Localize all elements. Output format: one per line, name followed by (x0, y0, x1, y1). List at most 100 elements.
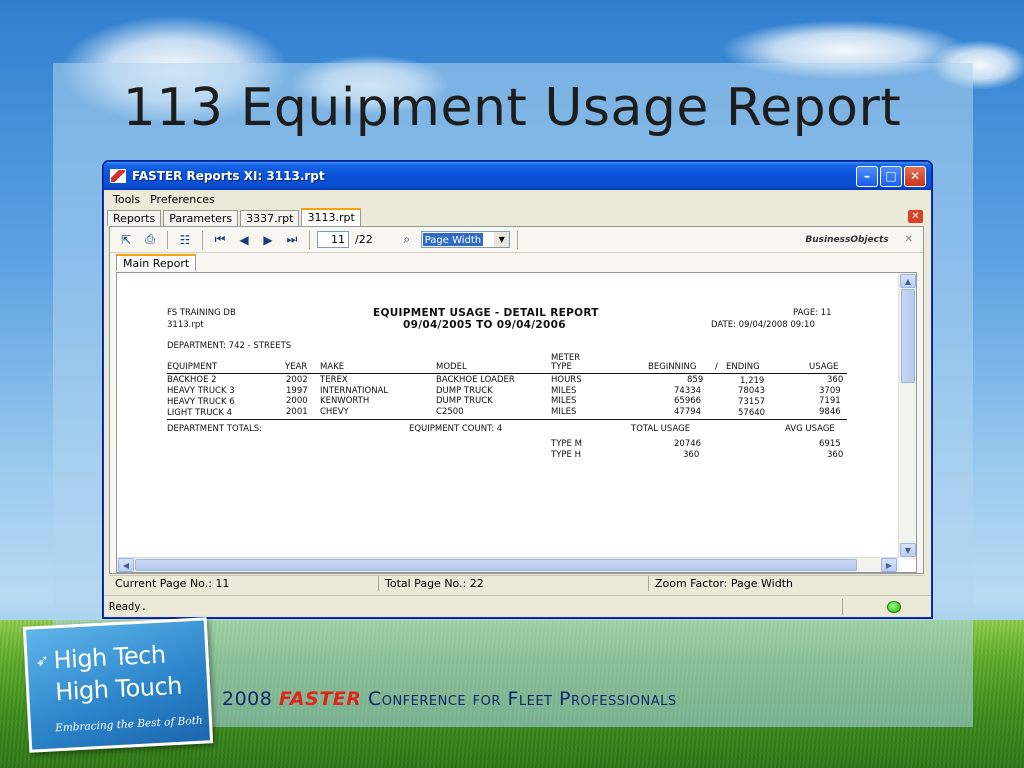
scroll-left-icon[interactable]: ◀ (118, 558, 134, 572)
table-cell: 859 (687, 375, 704, 385)
table-cell: HOURS (551, 375, 582, 385)
badge-line1: High Tech (52, 640, 167, 675)
group-tree-icon[interactable]: ☷ (175, 231, 195, 249)
toolbar-separator (202, 230, 203, 249)
table-cell: 3709 (819, 386, 841, 396)
tab-3113-rpt[interactable]: 3113.rpt (301, 208, 361, 226)
table-cell: 78043 (738, 386, 766, 396)
report-date-range: 09/04/2005 TO 09/04/2006 (403, 319, 566, 331)
status-total-page: Total Page No.: 22 (379, 576, 649, 591)
next-page-icon[interactable]: ▶ (258, 231, 278, 249)
report-page-number: PAGE: 11 (793, 308, 832, 318)
table-cell: MILES (551, 396, 577, 406)
close-viewer-icon[interactable]: ✕ (905, 234, 913, 245)
print-icon[interactable]: ⎙ (140, 231, 160, 249)
total-usage-label: TOTAL USAGE (631, 424, 691, 434)
menubar: Tools Preferences (104, 190, 931, 208)
app-statusbar: Ready. (104, 595, 931, 617)
table-cell: 9846 (819, 407, 841, 417)
tab-3337-rpt[interactable]: 3337.rpt (240, 210, 300, 226)
table-cell: 7191 (819, 396, 841, 406)
scroll-right-icon[interactable]: ▶ (881, 558, 897, 572)
last-page-icon[interactable]: ⏭ (282, 231, 302, 249)
col-header-year: YEAR (285, 362, 308, 372)
status-indicator-icon (887, 601, 901, 613)
badge-line2: High Touch (54, 671, 183, 707)
viewer-statusbar: Current Page No.: 11 Total Page No.: 22 … (109, 575, 924, 591)
col-header-beginning: BEGINNING (648, 362, 697, 372)
conference-footer: 2008 FASTER Conference for Fleet Profess… (222, 688, 677, 710)
table-cell: MILES (551, 407, 577, 417)
menu-preferences[interactable]: Preferences (145, 193, 220, 206)
table-cell: 2002 (286, 375, 308, 385)
table-cell: MILES (551, 386, 577, 396)
status-ready: Ready. (109, 600, 147, 613)
page-total-label: /22 (355, 233, 373, 246)
status-current-page: Current Page No.: 11 (109, 576, 379, 591)
zoom-value: Page Width (422, 233, 484, 246)
conference-name: Conference for Fleet Professionals (367, 688, 677, 710)
report-date: DATE: 09/04/2008 09:10 (711, 320, 815, 330)
bird-icon: ➶ (35, 650, 50, 671)
export-icon[interactable]: ⇱ (116, 231, 136, 249)
table-cell: HEAVY TRUCK 6 (167, 397, 235, 407)
close-tab-icon[interactable]: ✕ (908, 210, 923, 223)
zoom-select[interactable]: Page Width ▼ (420, 231, 511, 248)
chevron-down-icon[interactable]: ▼ (494, 232, 510, 247)
equipment-count: EQUIPMENT COUNT: 4 (409, 424, 503, 434)
scroll-down-icon[interactable]: ▼ (900, 543, 916, 557)
table-cell: DUMP TRUCK (436, 386, 493, 396)
viewer-toolbar: ⇱ ⎙ ☷ ⏮ ◀ ▶ ⏭ 11 /22 ⌕ Page Width ▼ Busi… (110, 227, 923, 253)
scroll-up-icon[interactable]: ▲ (900, 274, 916, 288)
first-page-icon[interactable]: ⏮ (210, 231, 230, 249)
table-cell: LIGHT TRUCK 4 (167, 408, 233, 418)
vertical-scroll-thumb[interactable] (901, 289, 915, 383)
report-file-name: 3113.rpt (167, 320, 204, 330)
table-cell: 1997 (286, 386, 308, 396)
table-cell: CHEVY (320, 407, 349, 417)
previous-page-icon[interactable]: ◀ (234, 231, 254, 249)
toolbar-separator (167, 230, 168, 249)
window-titlebar[interactable]: FASTER Reports XI: 3113.rpt – □ ✕ (104, 162, 931, 190)
table-cell: TEREX (320, 375, 348, 385)
col-header-model: MODEL (436, 362, 467, 372)
reports-window: FASTER Reports XI: 3113.rpt – □ ✕ Tools … (103, 161, 932, 618)
table-cell: KENWORTH (320, 396, 370, 406)
tab-main-report[interactable]: Main Report (116, 254, 197, 271)
toolbar-separator (517, 230, 519, 249)
binoculars-search-icon[interactable]: ⌕ (397, 231, 417, 249)
tab-reports[interactable]: Reports (107, 210, 162, 226)
table-cell: 360 (827, 375, 844, 385)
col-header-equipment: EQUIPMENT (167, 362, 218, 372)
app-icon (110, 169, 126, 183)
report-db-name: FS TRAINING DB (167, 308, 236, 318)
horizontal-scroll-thumb[interactable] (135, 559, 857, 571)
minimize-button[interactable]: – (856, 165, 878, 187)
close-button[interactable]: ✕ (904, 165, 926, 187)
type-h-total: 360 (683, 450, 700, 460)
department-totals-label: DEPARTMENT TOTALS: (167, 424, 262, 434)
type-m-label: TYPE M (551, 439, 582, 449)
tab-parameters[interactable]: Parameters (163, 210, 239, 226)
menu-tools[interactable]: Tools (108, 193, 145, 206)
table-cell: 47794 (674, 407, 702, 417)
page-number-input[interactable]: 11 (317, 231, 349, 248)
table-cell: HEAVY TRUCK 3 (167, 386, 235, 396)
type-m-avg: 6915 (819, 439, 841, 449)
avg-usage-label: AVG USAGE (785, 424, 835, 434)
table-cell: INTERNATIONAL (320, 386, 389, 396)
vertical-scrollbar[interactable]: ▲ ▼ (898, 273, 916, 559)
totals-rule (167, 419, 847, 420)
high-tech-high-touch-logo: ➶ High Tech High Touch Embracing the Bes… (22, 617, 214, 753)
type-h-label: TYPE H (551, 450, 581, 460)
document-tabs: Reports Parameters 3337.rpt 3113.rpt ✕ (104, 208, 931, 226)
col-header-type: TYPE (551, 362, 572, 372)
maximize-button[interactable]: □ (880, 165, 902, 187)
type-h-avg: 360 (827, 450, 844, 460)
horizontal-scrollbar[interactable]: ◀ ▶ (117, 557, 899, 572)
table-cell: 57640 (738, 408, 766, 418)
conference-year: 2008 (222, 688, 273, 710)
table-cell: 74334 (674, 386, 702, 396)
table-cell: C2500 (436, 407, 464, 417)
col-header-make: MAKE (320, 362, 345, 372)
